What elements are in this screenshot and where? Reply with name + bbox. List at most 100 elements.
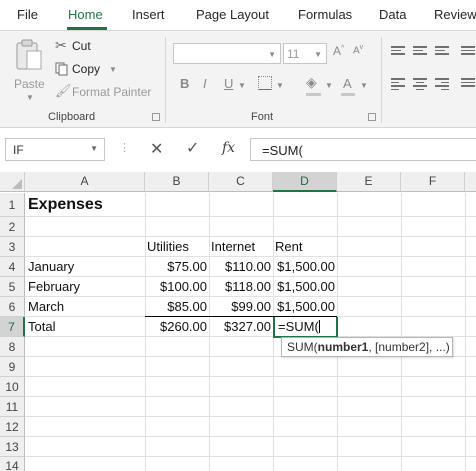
row-header[interactable]: 13 — [0, 437, 25, 457]
cell-a1-title[interactable]: Expenses — [26, 193, 145, 217]
cell-c4[interactable]: $110.00 — [209, 257, 273, 277]
cell-d6[interactable]: $1,500.00 — [273, 297, 337, 317]
row-header[interactable]: 9 — [0, 357, 25, 377]
spreadsheet-grid: A B C D E F 1 2 3 4 5 6 7 8 9 10 11 12 1… — [0, 172, 476, 471]
decrease-font-size-icon[interactable]: Av — [353, 44, 363, 56]
tab-home[interactable]: Home — [68, 7, 103, 22]
row-header[interactable]: 4 — [0, 257, 25, 277]
align-left-icon[interactable] — [391, 78, 405, 90]
ribbon: Paste ▼ ✂ Cut Copy ▼ 🖌 Format Painter Cl… — [0, 30, 476, 128]
row-header[interactable]: 11 — [0, 397, 25, 417]
column-header-d[interactable]: D — [273, 172, 337, 192]
formula-input[interactable]: =SUM( — [250, 138, 476, 161]
chevron-down-icon: ▼ — [268, 50, 276, 59]
cell-d3-header[interactable]: Rent — [273, 237, 337, 257]
row-header[interactable]: 2 — [0, 217, 25, 237]
cell-d4[interactable]: $1,500.00 — [273, 257, 337, 277]
cut-label: Cut — [72, 39, 91, 53]
font-color-bar — [341, 93, 355, 96]
tooltip-function-name: SUM( — [287, 340, 318, 354]
format-painter-label: Format Painter — [72, 85, 152, 99]
dialog-launcher-icon[interactable] — [152, 113, 160, 121]
row-header[interactable]: 1 — [0, 193, 25, 217]
dialog-launcher-icon[interactable] — [368, 113, 376, 121]
cell-b4[interactable]: $75.00 — [145, 257, 209, 277]
fill-color-icon[interactable]: ◈ — [306, 74, 317, 91]
paste-button[interactable]: Paste ▼ — [10, 37, 46, 103]
decrease-indent-icon[interactable] — [461, 78, 475, 90]
format-painter-button[interactable]: 🖌 Format Painter — [55, 83, 155, 101]
align-top-icon[interactable] — [391, 46, 405, 58]
cancel-icon[interactable]: ✕ — [150, 139, 163, 159]
column-header-a[interactable]: A — [25, 172, 145, 192]
align-middle-icon[interactable] — [413, 46, 427, 58]
borders-button[interactable] — [258, 76, 272, 90]
active-cell-text: =SUM( — [278, 319, 319, 334]
align-center-icon[interactable] — [413, 78, 427, 90]
row-header[interactable]: 10 — [0, 377, 25, 397]
copy-label: Copy — [72, 62, 101, 76]
formula-buttons: ✕ ✓ fx — [138, 138, 248, 161]
chevron-down-icon: ▼ — [276, 81, 284, 90]
cell-b7-total[interactable]: $260.00 — [145, 317, 209, 337]
font-group-label: Font — [251, 111, 274, 123]
tab-page-layout[interactable]: Page Layout — [196, 7, 269, 22]
chevron-down-icon: ▼ — [325, 81, 333, 90]
select-all-corner[interactable] — [0, 172, 25, 192]
formula-bar: IF ▼ ⋮ ✕ ✓ fx =SUM( — [0, 128, 476, 172]
column-header-e[interactable]: E — [337, 172, 401, 192]
underline-button[interactable]: U — [224, 76, 233, 91]
font-color-button[interactable]: A — [343, 76, 352, 91]
column-header-partial — [465, 172, 476, 192]
name-box[interactable]: IF ▼ — [5, 138, 105, 161]
row-header[interactable]: 6 — [0, 297, 25, 317]
tab-file[interactable]: File — [17, 7, 38, 22]
group-divider — [381, 37, 382, 123]
cell-c5[interactable]: $118.00 — [209, 277, 273, 297]
cell-b6[interactable]: $85.00 — [145, 297, 209, 317]
row-header[interactable]: 14 — [0, 457, 25, 471]
tab-data[interactable]: Data — [379, 7, 406, 22]
cut-button[interactable]: ✂ Cut — [55, 37, 115, 55]
cell-c6[interactable]: $99.00 — [209, 297, 273, 317]
column-header-f[interactable]: F — [401, 172, 465, 192]
tab-review[interactable]: Review — [434, 7, 476, 22]
row-header[interactable]: 5 — [0, 277, 25, 297]
cell-a5-month[interactable]: February — [26, 277, 145, 297]
cell-a6-month[interactable]: March — [26, 297, 145, 317]
cell-d5[interactable]: $1,500.00 — [273, 277, 337, 297]
cell-c7-total[interactable]: $327.00 — [209, 317, 273, 337]
cell-b5[interactable]: $100.00 — [145, 277, 209, 297]
function-tooltip[interactable]: SUM(number1, [number2], ...) — [281, 337, 453, 357]
copy-button[interactable]: Copy ▼ — [55, 60, 125, 78]
align-right-icon[interactable] — [435, 78, 449, 90]
more-options-icon[interactable]: ⋮ — [119, 141, 130, 154]
name-box-value: IF — [13, 143, 24, 157]
tab-insert[interactable]: Insert — [132, 7, 165, 22]
column-header-c[interactable]: C — [209, 172, 273, 192]
cell-a4-month[interactable]: January — [26, 257, 145, 277]
enter-check-icon[interactable]: ✓ — [186, 138, 199, 158]
font-name-dropdown[interactable]: ▼ — [173, 43, 281, 64]
row-header[interactable]: 12 — [0, 417, 25, 437]
group-divider — [165, 37, 166, 123]
cell-c3-header[interactable]: Internet — [209, 237, 273, 257]
italic-button[interactable]: I — [203, 76, 207, 91]
row-header[interactable]: 8 — [0, 337, 25, 357]
align-bottom-icon[interactable] — [435, 46, 449, 58]
active-cell-d7[interactable]: =SUM( — [273, 317, 338, 338]
row-header[interactable]: 3 — [0, 237, 25, 257]
row-header[interactable]: 7 — [0, 317, 25, 337]
column-header-b[interactable]: B — [145, 172, 209, 192]
ribbon-tab-bar: File Home Insert Page Layout Formulas Da… — [0, 0, 476, 30]
cell-b3-header[interactable]: Utilities — [145, 237, 209, 257]
insert-function-button[interactable]: fx — [222, 140, 235, 156]
paintbrush-icon: 🖌 — [55, 83, 72, 98]
orientation-icon[interactable] — [461, 46, 475, 58]
chevron-down-icon: ▼ — [314, 50, 322, 59]
increase-font-size-icon[interactable]: A^ — [333, 44, 344, 58]
font-size-dropdown[interactable]: 11 ▼ — [283, 43, 327, 64]
bold-button[interactable]: B — [180, 76, 189, 91]
tab-formulas[interactable]: Formulas — [298, 7, 352, 22]
cell-a7-total-label[interactable]: Total — [26, 317, 145, 337]
